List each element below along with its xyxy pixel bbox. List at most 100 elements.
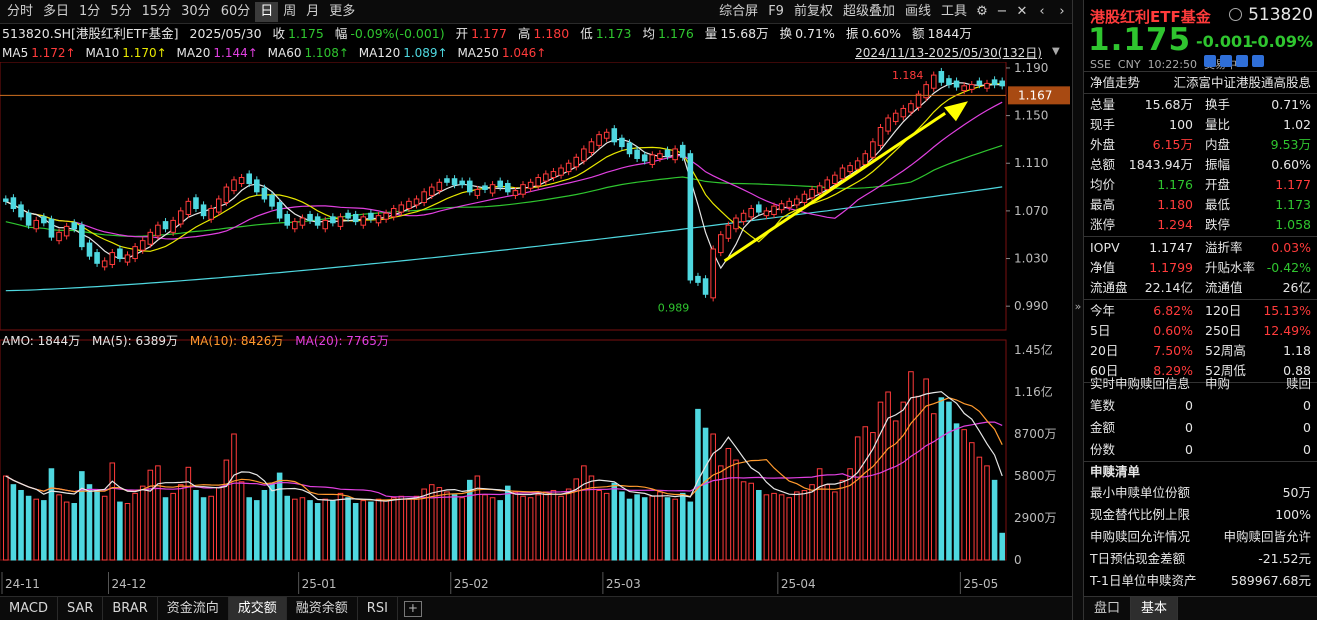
amount-bar	[969, 443, 974, 560]
period-2-button[interactable]: 1分	[74, 2, 105, 22]
amount-bar	[521, 496, 526, 560]
candle	[718, 231, 723, 256]
period-3-button[interactable]: 5分	[105, 2, 136, 22]
candle	[779, 200, 784, 213]
chevron-left-icon[interactable]: ‹	[1032, 2, 1052, 22]
candle	[239, 174, 244, 187]
indicator-tab-5[interactable]: 融资余额	[287, 597, 358, 620]
period-0-button[interactable]: 分时	[2, 2, 38, 22]
nav-trend-link[interactable]: 净值走势	[1090, 73, 1140, 93]
amount-bar	[901, 402, 906, 560]
candle	[118, 245, 123, 262]
candle	[315, 213, 320, 228]
ma10-label: MA10	[85, 46, 119, 60]
candle	[566, 160, 571, 175]
period-9-button[interactable]: 月	[301, 2, 324, 22]
amount-bar	[817, 469, 822, 560]
amount-bar	[140, 486, 145, 560]
stat-label: 量比	[1205, 115, 1230, 135]
add-indicator-button[interactable]: +	[404, 601, 422, 617]
candle	[620, 135, 625, 150]
tool-1-button[interactable]: F9	[763, 2, 789, 22]
candle	[635, 147, 640, 162]
candle	[102, 257, 107, 270]
candle	[871, 138, 876, 161]
indicator-tab-0[interactable]: MACD	[0, 597, 58, 620]
kline-chart[interactable]: 1.1901.1501.1101.0701.0300.9901.45亿1.16亿…	[0, 62, 1072, 596]
indicator-tab-2[interactable]: BRAR	[103, 597, 157, 620]
tool-3-button[interactable]: 超级叠加	[838, 2, 900, 22]
note-icon[interactable]	[1236, 55, 1248, 67]
amount-bar	[239, 482, 244, 560]
tool-4-button[interactable]: 画线	[900, 2, 936, 22]
indicator-tab-4[interactable]: 成交额	[229, 597, 287, 620]
amount-bar	[437, 488, 442, 560]
turnover-value: 0.71%	[795, 26, 835, 41]
candle	[376, 212, 381, 226]
candle	[49, 216, 54, 241]
amount-bar	[597, 490, 602, 560]
subscribe-value: 0	[1185, 440, 1193, 460]
price-tick: 1.070	[1014, 204, 1048, 218]
candle	[886, 114, 891, 134]
period-10-button[interactable]: 更多	[324, 2, 360, 22]
open-label: 开	[456, 26, 469, 41]
amount-bar	[353, 504, 358, 560]
amount-bar	[833, 492, 838, 560]
amount-bar	[779, 495, 784, 560]
amount-bar	[315, 504, 320, 560]
candle	[559, 164, 564, 178]
indicator-tab-3[interactable]: 资金流向	[158, 597, 229, 620]
candle	[95, 249, 100, 267]
chevron-right-icon[interactable]: ›	[1052, 2, 1072, 22]
period-1-button[interactable]: 多日	[38, 2, 74, 22]
stat-value: 1.1799	[1149, 258, 1193, 278]
indicator-tab-6[interactable]: RSI	[358, 597, 398, 620]
amount-bar	[764, 495, 769, 560]
right-tab-0[interactable]: 盘口	[1084, 597, 1131, 620]
close-icon[interactable]: ✕	[1012, 2, 1032, 22]
minimize-icon[interactable]: −	[992, 2, 1012, 22]
amount-bar	[460, 498, 465, 560]
tool-0-button[interactable]: 综合屏	[714, 2, 763, 22]
candle	[612, 125, 617, 145]
tool-2-button[interactable]: 前复权	[789, 2, 838, 22]
amo-ma20: MA(20): 7765万	[295, 334, 389, 348]
settings-gear-icon[interactable]: ⚙	[972, 2, 992, 22]
tool-5-button[interactable]: 工具	[936, 2, 972, 22]
watch-icon[interactable]	[1229, 8, 1242, 21]
amount-bar	[361, 501, 366, 560]
period-7-button[interactable]: 日	[255, 2, 278, 22]
candle	[11, 194, 16, 212]
stat-value: 22.14亿	[1145, 278, 1193, 298]
period-5-button[interactable]: 30分	[176, 2, 216, 22]
period-8-button[interactable]: 周	[278, 2, 301, 22]
list-label: T-1日单位申赎资产	[1090, 571, 1196, 591]
share-icon[interactable]	[1204, 55, 1216, 67]
volume-tick: 1.16亿	[1014, 384, 1053, 399]
amount-bar	[285, 496, 290, 560]
candle	[460, 178, 465, 189]
volume-tick: 2900万	[1014, 511, 1057, 525]
ma60-label: MA60	[268, 46, 302, 60]
right-tab-1[interactable]: 基本	[1131, 597, 1178, 620]
amount-bar	[300, 498, 305, 560]
expand-icon[interactable]: »	[1073, 300, 1083, 313]
candle	[711, 245, 716, 301]
date-range[interactable]: 2024/11/13-2025/05/30(132日)	[855, 44, 1042, 61]
period-6-button[interactable]: 60分	[216, 2, 256, 22]
amount-bar	[734, 460, 739, 560]
collapse-triangle-icon[interactable]: ▼	[1052, 46, 1060, 57]
amount-bar	[57, 495, 62, 560]
nav-trend-row[interactable]: 净值走势 汇添富中证港股通高股息	[1090, 73, 1311, 93]
low-label: 低	[580, 26, 593, 41]
panel-splitter[interactable]: »	[1072, 0, 1083, 620]
period-4-button[interactable]: 15分	[137, 2, 177, 22]
stat-value: 1.177	[1275, 175, 1311, 195]
more-icon[interactable]	[1252, 55, 1264, 67]
alert-icon[interactable]	[1220, 55, 1232, 67]
amount-bar	[376, 499, 381, 560]
indicator-tab-1[interactable]: SAR	[58, 597, 103, 620]
amount-bar	[72, 504, 77, 560]
volume-tick: 5800万	[1014, 469, 1057, 483]
